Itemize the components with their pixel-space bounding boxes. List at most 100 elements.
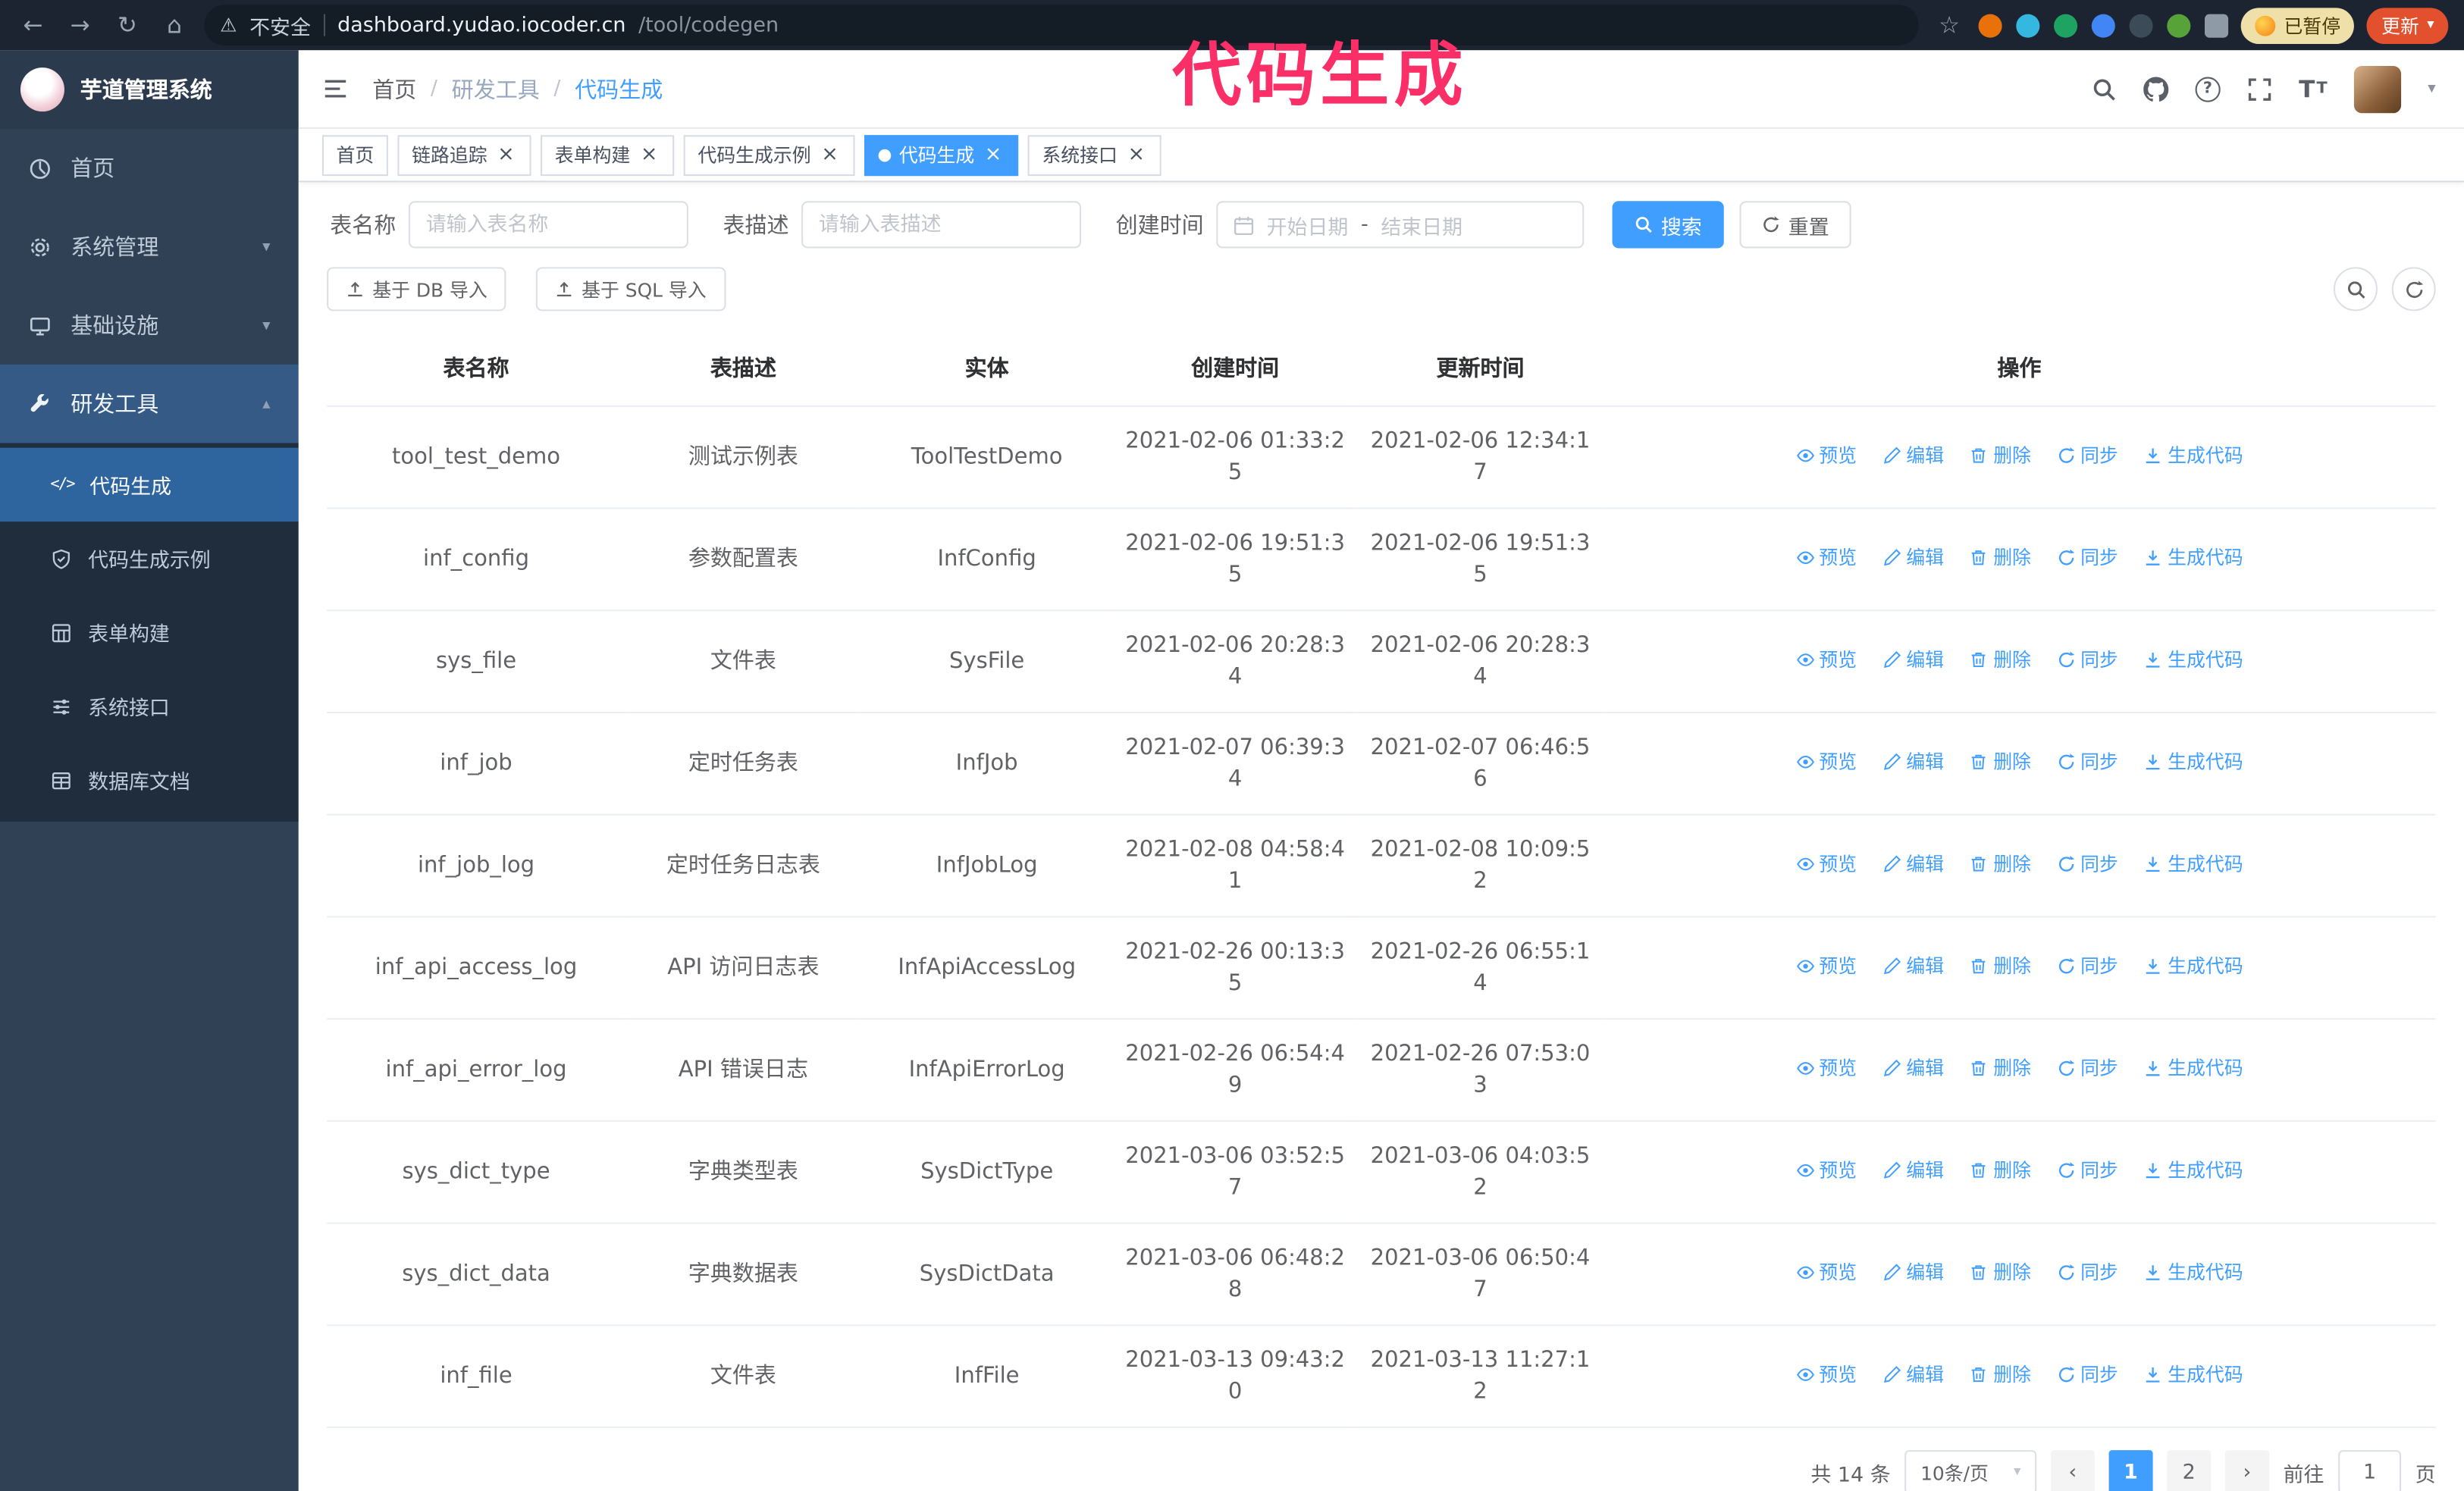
breadcrumb-home[interactable]: 首页	[372, 73, 416, 104]
extension-icon-3[interactable]	[2054, 13, 2079, 37]
sidebar-item-db-doc[interactable]: 数据库文档	[0, 743, 299, 816]
browser-home-icon[interactable]: ⌂	[157, 8, 192, 42]
delete-link[interactable]: 删除	[1970, 1257, 2031, 1288]
sidebar-item-home[interactable]: 首页	[0, 129, 299, 208]
edit-link[interactable]: 编辑	[1882, 1053, 1944, 1084]
delete-link[interactable]: 删除	[1970, 644, 2031, 675]
edit-link[interactable]: 编辑	[1882, 644, 1944, 675]
bookmark-star-icon[interactable]: ☆	[1932, 8, 1967, 42]
caret-down-icon[interactable]: ▾	[2428, 80, 2435, 98]
help-icon[interactable]: ?	[2195, 76, 2221, 102]
user-avatar[interactable]	[2353, 65, 2402, 113]
github-icon[interactable]	[2143, 76, 2169, 102]
delete-link[interactable]: 删除	[1970, 440, 2031, 471]
search-icon[interactable]	[2092, 77, 2117, 102]
close-icon[interactable]: ×	[638, 144, 660, 166]
edit-link[interactable]: 编辑	[1882, 951, 1944, 982]
preview-link[interactable]: 预览	[1795, 1053, 1857, 1084]
edit-link[interactable]: 编辑	[1882, 542, 1944, 573]
preview-link[interactable]: 预览	[1795, 644, 1857, 675]
generate-code-link[interactable]: 生成代码	[2144, 1359, 2243, 1390]
generate-code-link[interactable]: 生成代码	[2144, 747, 2243, 778]
next-page-button[interactable]: ›	[2224, 1450, 2269, 1491]
preview-link[interactable]: 预览	[1795, 747, 1857, 778]
import-db-button[interactable]: 基于 DB 导入	[327, 267, 506, 312]
generate-code-link[interactable]: 生成代码	[2144, 951, 2243, 982]
preview-link[interactable]: 预览	[1795, 1257, 1857, 1288]
breadcrumb-dev-tools[interactable]: 研发工具	[452, 73, 540, 104]
delete-link[interactable]: 删除	[1970, 1154, 2031, 1186]
preview-link[interactable]: 预览	[1795, 1154, 1857, 1186]
update-button[interactable]: 更新 ▾	[2367, 7, 2449, 43]
table-desc-input[interactable]	[801, 201, 1082, 249]
preview-link[interactable]: 预览	[1795, 542, 1857, 573]
tab-code-generation[interactable]: 代码生成 ×	[864, 134, 1019, 176]
import-sql-button[interactable]: 基于 SQL 导入	[536, 267, 726, 312]
address-bar[interactable]: ⚠ 不安全 dashboard.yudao.iocoder.cn/tool/co…	[204, 5, 1920, 46]
preview-link[interactable]: 预览	[1795, 951, 1857, 982]
font-size-icon[interactable]: TT	[2299, 74, 2327, 102]
sync-link[interactable]: 同步	[2057, 1154, 2118, 1186]
sync-link[interactable]: 同步	[2057, 542, 2118, 573]
menu-toggle-icon[interactable]	[299, 50, 372, 127]
toggle-search-button[interactable]	[2333, 267, 2378, 312]
generate-code-link[interactable]: 生成代码	[2144, 1053, 2243, 1084]
browser-reload-icon[interactable]: ↻	[110, 8, 145, 42]
sidebar-item-system-management[interactable]: 系统管理 ▾	[0, 208, 299, 287]
extension-icon-5[interactable]	[2130, 13, 2154, 37]
sidebar-item-code-generation[interactable]: </> 代码生成	[0, 447, 299, 522]
delete-link[interactable]: 删除	[1970, 747, 2031, 778]
prev-page-button[interactable]: ‹	[2050, 1450, 2095, 1491]
delete-link[interactable]: 删除	[1970, 848, 2031, 879]
sidebar-item-infrastructure[interactable]: 基础设施 ▾	[0, 286, 299, 365]
close-icon[interactable]: ×	[1125, 144, 1147, 166]
app-logo[interactable]: 芋道管理系统	[0, 50, 299, 129]
sync-link[interactable]: 同步	[2057, 1053, 2118, 1084]
extension-icon-6[interactable]	[2168, 13, 2192, 37]
table-name-input[interactable]	[408, 201, 688, 249]
preview-link[interactable]: 预览	[1795, 1359, 1857, 1390]
generate-code-link[interactable]: 生成代码	[2144, 440, 2243, 471]
sync-link[interactable]: 同步	[2057, 848, 2118, 879]
sidebar-item-form-builder[interactable]: 表单构建	[0, 596, 299, 669]
sidebar-item-system-api[interactable]: 系统接口	[0, 669, 299, 743]
extension-icon-2[interactable]	[2017, 13, 2041, 37]
sync-link[interactable]: 同步	[2057, 644, 2118, 675]
delete-link[interactable]: 删除	[1970, 951, 2031, 982]
tab-system-api[interactable]: 系统接口 ×	[1027, 134, 1161, 176]
delete-link[interactable]: 删除	[1970, 542, 2031, 573]
sidebar-item-codegen-example[interactable]: 代码生成示例	[0, 522, 299, 595]
page-2-button[interactable]: 2	[2167, 1450, 2212, 1491]
edit-link[interactable]: 编辑	[1882, 1359, 1944, 1390]
paused-badge[interactable]: 已暂停	[2241, 7, 2355, 43]
search-button[interactable]: 搜索	[1612, 201, 1724, 249]
fullscreen-icon[interactable]	[2247, 77, 2272, 102]
goto-page-input[interactable]	[2338, 1450, 2402, 1491]
preview-link[interactable]: 预览	[1795, 440, 1857, 471]
tab-home[interactable]: 首页	[321, 134, 388, 176]
page-1-button[interactable]: 1	[2108, 1450, 2153, 1491]
generate-code-link[interactable]: 生成代码	[2144, 644, 2243, 675]
page-size-select[interactable]: 10条/页 ▾	[1904, 1450, 2037, 1491]
edit-link[interactable]: 编辑	[1882, 440, 1944, 471]
refresh-table-button[interactable]	[2391, 267, 2436, 312]
close-icon[interactable]: ×	[983, 144, 1005, 166]
browser-forward-icon[interactable]: →	[63, 8, 98, 42]
generate-code-link[interactable]: 生成代码	[2144, 848, 2243, 879]
delete-link[interactable]: 删除	[1970, 1359, 2031, 1390]
extension-icon-1[interactable]	[1979, 13, 2003, 37]
reset-button[interactable]: 重置	[1739, 201, 1851, 249]
tab-codegen-example[interactable]: 代码生成示例 ×	[683, 134, 855, 176]
browser-back-icon[interactable]: ←	[16, 8, 51, 42]
edit-link[interactable]: 编辑	[1882, 848, 1944, 879]
generate-code-link[interactable]: 生成代码	[2144, 1257, 2243, 1288]
sync-link[interactable]: 同步	[2057, 747, 2118, 778]
preview-link[interactable]: 预览	[1795, 848, 1857, 879]
create-time-range-picker[interactable]: 开始日期 - 结束日期	[1216, 201, 1585, 249]
sync-link[interactable]: 同步	[2057, 1257, 2118, 1288]
sync-link[interactable]: 同步	[2057, 951, 2118, 982]
edit-link[interactable]: 编辑	[1882, 747, 1944, 778]
generate-code-link[interactable]: 生成代码	[2144, 542, 2243, 573]
generate-code-link[interactable]: 生成代码	[2144, 1154, 2243, 1186]
close-icon[interactable]: ×	[495, 144, 517, 166]
